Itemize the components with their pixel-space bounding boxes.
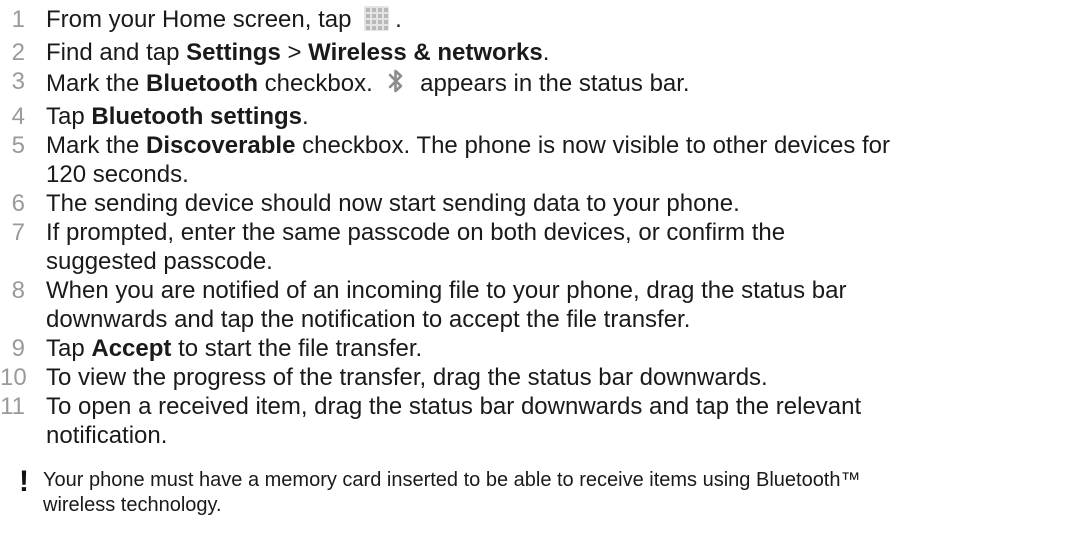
step-text-run: The sending device should now start send…: [46, 190, 740, 217]
bluetooth-icon: [385, 67, 407, 102]
step-text-run: Find and tap: [46, 39, 187, 66]
step-item: 2 Find and tap Settings > Wireless & netw…: [0, 38, 1060, 67]
step-item: 5 Mark the Discoverable checkbox. The pho…: [0, 131, 1060, 189]
step-text-run: checkbox.: [258, 70, 380, 97]
step-text-run: checkbox. The phone is now visible to ot…: [295, 132, 891, 159]
app-grid-icon: [364, 6, 390, 38]
step-item: 7 If prompted, enter the same passcode on…: [0, 218, 1060, 276]
step-item: 6 The sending device should now start sen…: [0, 189, 1060, 218]
note-line: Your phone must have a memory card inser…: [43, 469, 861, 491]
step-text-run: If prompted, enter the same passcode on …: [46, 219, 786, 246]
step-text-run: suggested passcode.: [46, 248, 273, 275]
step-text-run: .: [542, 39, 550, 66]
step-text-run: downwards and tap the notification to ac…: [46, 306, 691, 333]
step-text-run: Mark the: [46, 70, 147, 97]
step-number: 6: [11, 190, 25, 217]
step-text-run: From your Home screen, tap: [46, 6, 359, 33]
step-item: 10 To view the progress of the transfer, …: [0, 363, 1060, 392]
step-item: 4 Tap Bluetooth settings.: [0, 102, 1060, 131]
step-list: 1 From your Home screen, tap . 2 Find and t…: [0, 5, 1060, 450]
exclamation-icon: !: [19, 465, 29, 498]
step-text: Tap Bluetooth settings.: [46, 102, 1060, 131]
step-text-run: 120 seconds.: [46, 161, 189, 188]
step-text-run: >: [280, 39, 309, 66]
step-text-run: .: [395, 6, 402, 33]
step-emphasis: Settings: [186, 39, 281, 66]
step-number: 10: [0, 364, 27, 391]
note-text: Your phone must have a memory card inser…: [43, 468, 861, 518]
step-emphasis: Wireless & networks: [308, 39, 543, 66]
step-text: To view the progress of the transfer, dr…: [46, 363, 1060, 392]
note-line: wireless technology.: [43, 494, 222, 516]
note-box: ! Your phone must have a memory card ins…: [0, 465, 1060, 518]
step-item: 1 From your Home screen, tap .: [0, 5, 1060, 38]
step-emphasis: Bluetooth settings: [91, 103, 303, 130]
step-number: 2: [11, 39, 25, 66]
step-text: Mark the Bluetooth checkbox. appears in …: [46, 67, 1060, 102]
step-text: From your Home screen, tap .: [46, 5, 1060, 38]
step-number: 9: [11, 335, 25, 362]
step-number: 7: [11, 219, 25, 246]
step-text: If prompted, enter the same passcode on …: [46, 218, 1060, 276]
step-text-run: Tap: [46, 335, 92, 362]
step-text: When you are notified of an incoming fil…: [46, 276, 1060, 334]
step-text-run: notification.: [46, 422, 168, 449]
step-text-run: .: [302, 103, 309, 130]
step-text-run: to start the file transfer.: [171, 335, 423, 362]
step-number: 11: [0, 393, 25, 420]
step-item: 11 To open a received item, drag the stat…: [0, 392, 1060, 450]
step-item: 9 Tap Accept to start the file transfer.: [0, 334, 1060, 363]
step-text-run: appears in the status bar.: [413, 70, 690, 97]
step-text-run: Tap: [46, 103, 92, 130]
step-emphasis: Bluetooth: [146, 70, 259, 97]
step-text-run: Mark the: [46, 132, 147, 159]
step-text: Find and tap Settings > Wireless & netwo…: [46, 38, 1060, 67]
step-item: 8 When you are notified of an incoming fi…: [0, 276, 1060, 334]
step-text-run: To view the progress of the transfer, dr…: [46, 364, 768, 391]
step-text: To open a received item, drag the status…: [46, 392, 1060, 450]
step-text-run: When you are notified of an incoming fil…: [46, 277, 847, 304]
instruction-page: 1 From your Home screen, tap . 2 Find and t…: [0, 0, 1067, 538]
step-text-run: To open a received item, drag the status…: [46, 393, 862, 420]
step-text: Tap Accept to start the file transfer.: [46, 334, 1060, 363]
step-number: 4: [11, 103, 25, 130]
step-number: 5: [11, 132, 25, 159]
step-number: 1: [11, 6, 25, 33]
step-number: 3: [11, 68, 25, 95]
step-item: 3 Mark the Bluetooth checkbox. appears in…: [0, 67, 1060, 102]
step-emphasis: Discoverable: [146, 132, 296, 159]
step-number: 8: [11, 277, 25, 304]
step-text: The sending device should now start send…: [46, 189, 1060, 218]
step-text: Mark the Discoverable checkbox. The phon…: [46, 131, 1060, 189]
step-emphasis: Accept: [91, 335, 172, 362]
